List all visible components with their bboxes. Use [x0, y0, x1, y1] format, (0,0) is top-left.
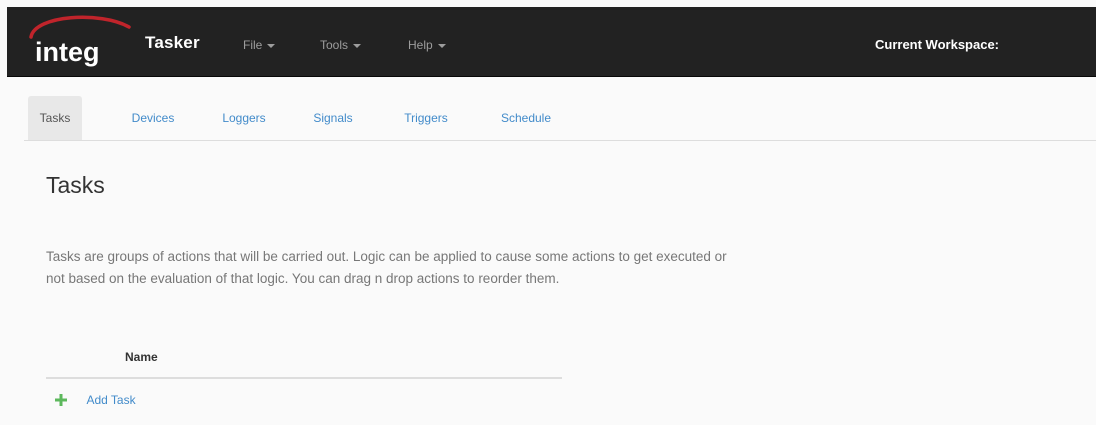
page-description: Tasks are groups of actions that will be…: [46, 246, 1006, 290]
caret-down-icon: [267, 43, 276, 48]
column-header-name[interactable]: Name: [125, 350, 158, 364]
help-menu-label: Help: [408, 38, 433, 52]
caret-down-icon: [353, 43, 362, 48]
table-header-divider: [46, 377, 562, 379]
tab-triggers[interactable]: Triggers: [395, 96, 457, 140]
tools-menu-label: Tools: [320, 38, 349, 52]
file-menu[interactable]: File: [243, 38, 276, 52]
tab-bar: Tasks Devices Loggers Signals Triggers S…: [24, 96, 1096, 141]
current-workspace-label: Current Workspace:: [875, 37, 1000, 52]
integ-logo[interactable]: integ: [25, 13, 133, 69]
tab-signals[interactable]: Signals: [303, 96, 363, 140]
top-navbar: integ Tasker File Tools Help Current Wor…: [7, 7, 1096, 77]
add-task-label: Add Task: [86, 393, 136, 407]
app-window: integ Tasker File Tools Help Current Wor…: [0, 0, 1096, 425]
description-line: Tasks are groups of actions that will be…: [46, 249, 727, 264]
brand-title[interactable]: Tasker: [145, 33, 200, 53]
tab-schedule[interactable]: Schedule: [490, 96, 562, 140]
add-task-button[interactable]: Add Task: [54, 389, 136, 411]
tab-devices[interactable]: Devices: [122, 96, 184, 140]
page-title: Tasks: [46, 172, 105, 198]
file-menu-label: File: [243, 38, 263, 52]
tab-loggers[interactable]: Loggers: [213, 96, 275, 140]
tab-tasks[interactable]: Tasks: [28, 96, 82, 140]
help-menu[interactable]: Help: [408, 38, 446, 52]
description-line: not based on the evaluation of that logi…: [46, 271, 560, 286]
logo-text: integ: [35, 37, 100, 67]
plus-icon: [55, 394, 67, 406]
tools-menu[interactable]: Tools: [320, 38, 362, 52]
caret-down-icon: [437, 43, 446, 48]
